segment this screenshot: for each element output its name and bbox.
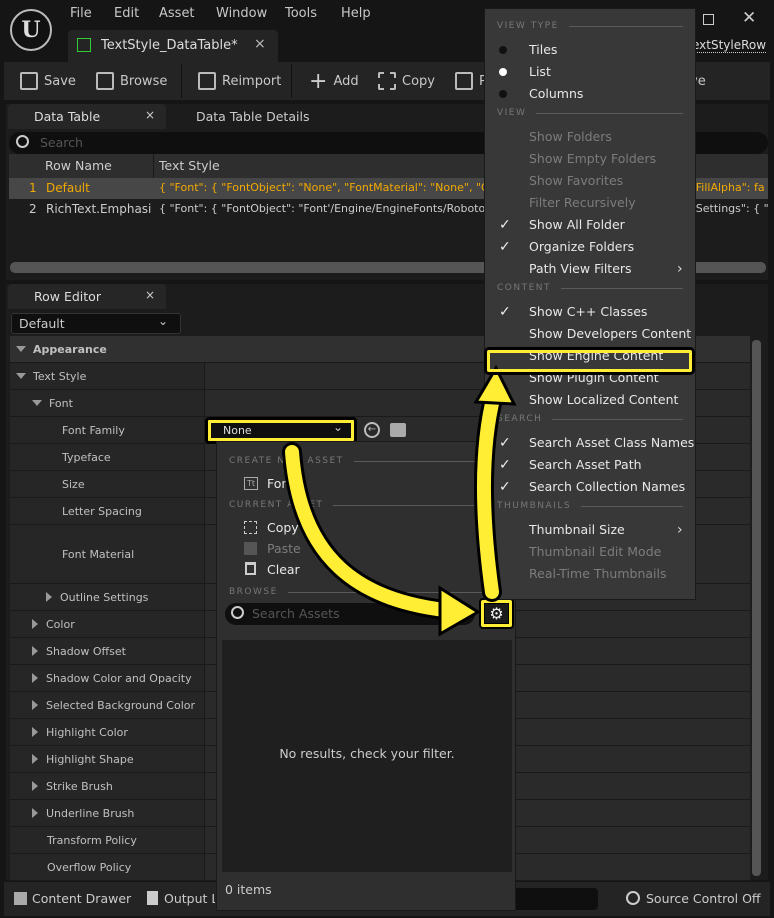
highlight-show-engine-content [484, 347, 695, 375]
annotation-arrows [282, 364, 517, 637]
